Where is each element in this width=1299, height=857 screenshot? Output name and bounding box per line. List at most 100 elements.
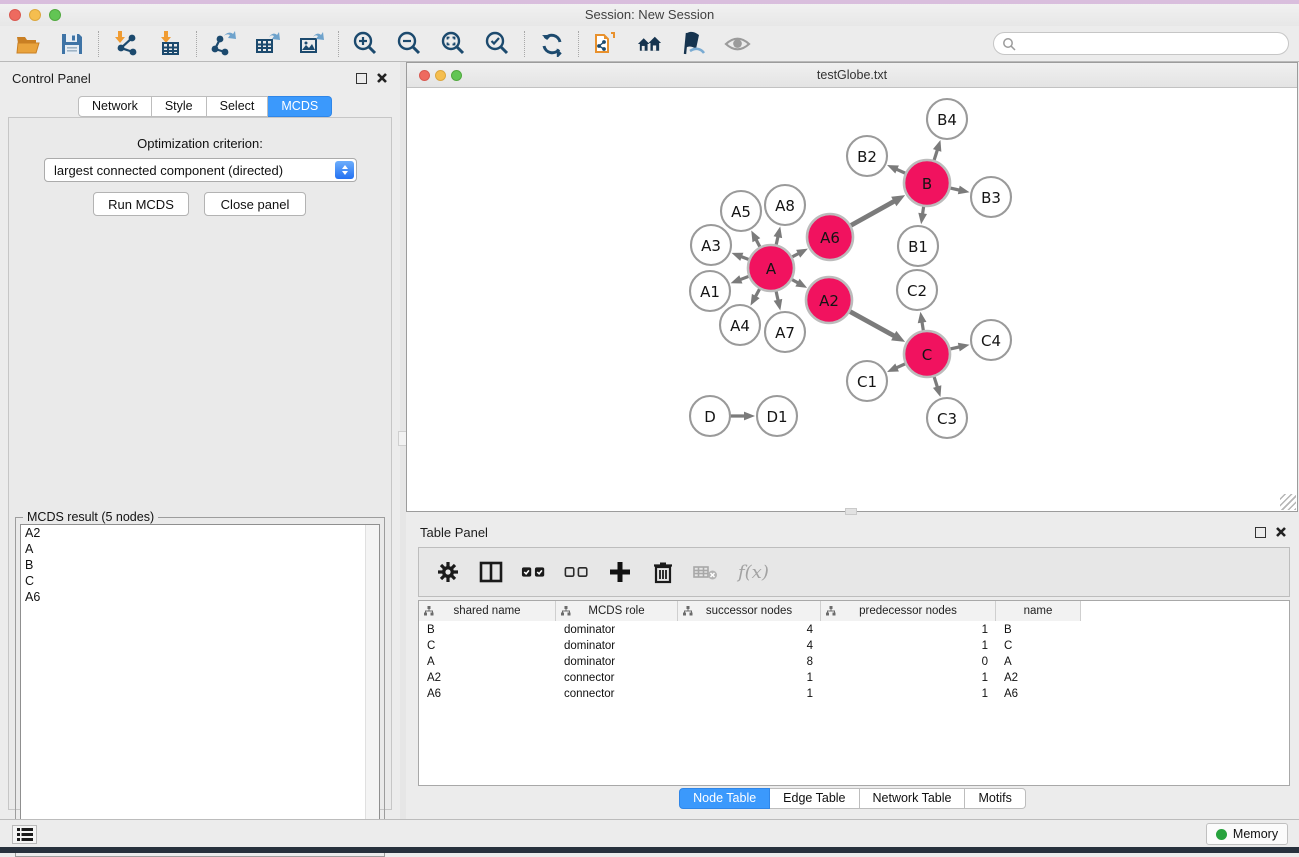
unselect-all-columns-icon[interactable] bbox=[564, 559, 590, 585]
mcds-result-list[interactable]: A2ABCA6 bbox=[20, 524, 380, 852]
table-cell[interactable]: dominator bbox=[556, 638, 678, 654]
refresh-layout-icon[interactable] bbox=[538, 30, 565, 57]
select-all-columns-icon[interactable] bbox=[521, 559, 547, 585]
table-cell[interactable]: 1 bbox=[821, 670, 996, 686]
zoom-network-button[interactable] bbox=[451, 70, 462, 81]
zoom-out-icon[interactable] bbox=[396, 30, 423, 57]
node-table-header: shared nameMCDS rolesuccessor nodesprede… bbox=[419, 601, 1081, 621]
tab-node-table[interactable]: Node Table bbox=[679, 788, 770, 809]
close-panel-button[interactable]: Close panel bbox=[204, 192, 306, 216]
table-cell[interactable]: A bbox=[996, 654, 1081, 670]
table-cell[interactable]: A2 bbox=[996, 670, 1081, 686]
minimize-window-button[interactable] bbox=[29, 9, 41, 21]
export-image-icon[interactable] bbox=[298, 30, 325, 57]
show-columns-icon[interactable] bbox=[478, 559, 504, 585]
table-cell[interactable]: dominator bbox=[556, 654, 678, 670]
table-cell[interactable]: 1 bbox=[821, 638, 996, 654]
memory-label: Memory bbox=[1233, 827, 1278, 841]
table-cell[interactable]: 1 bbox=[678, 670, 821, 686]
table-cell[interactable]: 4 bbox=[678, 638, 821, 654]
duplicate-network-icon[interactable] bbox=[592, 30, 619, 57]
tab-motifs[interactable]: Motifs bbox=[965, 788, 1025, 809]
float-panel-icon[interactable] bbox=[356, 73, 367, 84]
export-table-icon[interactable] bbox=[254, 30, 281, 57]
column-header-MCDS-role[interactable]: MCDS role bbox=[556, 601, 678, 621]
edge-A2-C[interactable] bbox=[847, 310, 895, 336]
optimization-criterion-label: Optimization criterion: bbox=[9, 136, 391, 151]
import-network-icon[interactable] bbox=[112, 30, 139, 57]
table-cell[interactable]: A6 bbox=[996, 686, 1081, 702]
table-cell[interactable]: connector bbox=[556, 686, 678, 702]
table-cell[interactable]: A2 bbox=[419, 670, 556, 686]
zoom-window-button[interactable] bbox=[49, 9, 61, 21]
tab-edge-table[interactable]: Edge Table bbox=[770, 788, 859, 809]
criterion-dropdown[interactable]: largest connected component (directed) bbox=[44, 158, 357, 182]
close-panel-icon[interactable] bbox=[376, 72, 388, 84]
table-cell[interactable]: 4 bbox=[678, 622, 821, 638]
zoom-in-icon[interactable] bbox=[352, 30, 379, 57]
result-list-scrollbar[interactable] bbox=[365, 525, 379, 851]
table-cell[interactable]: B bbox=[419, 622, 556, 638]
table-cell[interactable]: 8 bbox=[678, 654, 821, 670]
save-session-icon[interactable] bbox=[58, 30, 85, 57]
node-label-C1: C1 bbox=[857, 373, 877, 391]
table-row[interactable]: Cdominator41C bbox=[419, 638, 1289, 654]
import-table-icon[interactable] bbox=[156, 30, 183, 57]
table-cell[interactable]: dominator bbox=[556, 622, 678, 638]
minimize-network-button[interactable] bbox=[435, 70, 446, 81]
table-cell[interactable]: A bbox=[419, 654, 556, 670]
table-cell[interactable]: A6 bbox=[419, 686, 556, 702]
column-header-shared-name[interactable]: shared name bbox=[419, 601, 556, 621]
edge-A6-B[interactable] bbox=[848, 201, 895, 227]
delete-column-icon[interactable] bbox=[650, 559, 676, 585]
tab-style[interactable]: Style bbox=[152, 96, 207, 117]
memory-button[interactable]: Memory bbox=[1206, 823, 1288, 845]
network-overview-icon[interactable] bbox=[636, 30, 663, 57]
table-row[interactable]: A6connector11A6 bbox=[419, 686, 1289, 702]
tab-network[interactable]: Network bbox=[78, 96, 152, 117]
table-row[interactable]: Bdominator41B bbox=[419, 622, 1289, 638]
node-table: shared nameMCDS rolesuccessor nodesprede… bbox=[418, 600, 1290, 786]
window-resize-grip[interactable] bbox=[1280, 494, 1296, 510]
table-cell[interactable]: C bbox=[419, 638, 556, 654]
table-cell[interactable]: 1 bbox=[678, 686, 821, 702]
table-settings-gear-icon[interactable] bbox=[435, 559, 461, 585]
search-input[interactable] bbox=[993, 32, 1289, 55]
table-cell[interactable]: 0 bbox=[821, 654, 996, 670]
open-file-icon[interactable] bbox=[14, 30, 41, 57]
column-header-predecessor-nodes[interactable]: predecessor nodes bbox=[821, 601, 996, 621]
table-cell[interactable]: 1 bbox=[821, 622, 996, 638]
result-list-item[interactable]: A2 bbox=[21, 525, 379, 541]
table-row[interactable]: Adominator80A bbox=[419, 654, 1289, 670]
network-split-handle[interactable] bbox=[845, 508, 857, 515]
result-list-item[interactable]: A6 bbox=[21, 589, 379, 605]
tab-mcds[interactable]: MCDS bbox=[268, 96, 332, 117]
task-history-button[interactable] bbox=[12, 825, 37, 844]
control-panel-title: Control Panel bbox=[12, 71, 91, 86]
add-column-icon[interactable] bbox=[607, 559, 633, 585]
result-list-item[interactable]: A bbox=[21, 541, 379, 557]
table-cell[interactable]: connector bbox=[556, 670, 678, 686]
table-row[interactable]: A2connector11A2 bbox=[419, 670, 1289, 686]
column-header-name[interactable]: name bbox=[996, 601, 1081, 621]
table-cell[interactable]: C bbox=[996, 638, 1081, 654]
close-table-panel-icon[interactable] bbox=[1275, 526, 1287, 538]
export-network-icon[interactable] bbox=[210, 30, 237, 57]
table-cell[interactable]: B bbox=[996, 622, 1081, 638]
result-list-item[interactable]: C bbox=[21, 573, 379, 589]
close-window-button[interactable] bbox=[9, 9, 21, 21]
network-graph-canvas[interactable]: B4B2BB3A5A8A6B1A3AC2A1A2A4A7CC4C1C3DD1 bbox=[407, 88, 1297, 511]
table-cell[interactable]: 1 bbox=[821, 686, 996, 702]
run-mcds-button[interactable]: Run MCDS bbox=[93, 192, 189, 216]
zoom-fit-icon[interactable] bbox=[440, 30, 467, 57]
close-network-button[interactable] bbox=[419, 70, 430, 81]
zoom-selected-icon[interactable] bbox=[484, 30, 511, 57]
result-list-item[interactable]: B bbox=[21, 557, 379, 573]
style-flag-icon[interactable] bbox=[680, 30, 707, 57]
column-header-successor-nodes[interactable]: successor nodes bbox=[678, 601, 821, 621]
arrowhead-icon bbox=[918, 213, 927, 225]
float-table-panel-icon[interactable] bbox=[1255, 527, 1266, 538]
tab-select[interactable]: Select bbox=[207, 96, 269, 117]
tab-network-table[interactable]: Network Table bbox=[860, 788, 966, 809]
toolbar-separator bbox=[338, 31, 339, 57]
